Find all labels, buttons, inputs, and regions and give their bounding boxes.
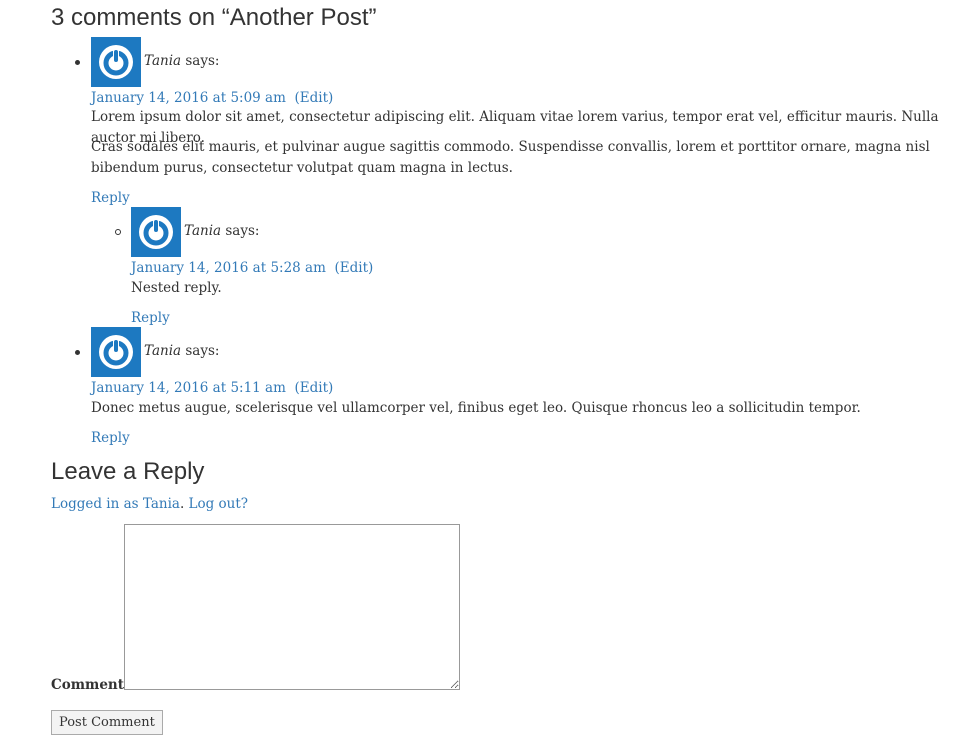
comment-author: Tania says: bbox=[144, 53, 219, 69]
reply-link[interactable]: Reply bbox=[131, 310, 170, 326]
author-name: Tania bbox=[144, 343, 182, 359]
comment-date-link[interactable]: January 14, 2016 at 5:28 am bbox=[131, 260, 326, 276]
says-label: says: bbox=[181, 53, 220, 69]
avatar bbox=[131, 207, 181, 257]
edit-link[interactable]: (Edit) bbox=[335, 260, 374, 276]
comment-date-link[interactable]: January 14, 2016 at 5:09 am bbox=[91, 90, 286, 106]
reply-title: Leave a Reply bbox=[51, 458, 205, 485]
author-name: Tania bbox=[184, 223, 222, 239]
comments-title: 3 comments on “Another Post” bbox=[51, 4, 377, 31]
avatar bbox=[91, 37, 141, 87]
comment-author: Tania says: bbox=[144, 343, 219, 359]
author-name: Tania bbox=[144, 53, 182, 69]
power-icon bbox=[139, 215, 173, 249]
list-bullet bbox=[75, 60, 80, 65]
period: . bbox=[179, 496, 189, 512]
avatar bbox=[91, 327, 141, 377]
edit-link[interactable]: (Edit) bbox=[295, 380, 334, 396]
comment-meta: January 14, 2016 at 5:11 am (Edit) bbox=[91, 380, 333, 396]
comment-paragraph: Donec metus augue, scelerisque vel ullam… bbox=[91, 400, 861, 416]
edit-link[interactable]: (Edit) bbox=[295, 90, 334, 106]
reply-link[interactable]: Reply bbox=[91, 430, 130, 446]
comment-paragraph: Cras sodales elit mauris, et pulvinar au… bbox=[91, 139, 930, 176]
logged-in-link[interactable]: Logged in as Tania bbox=[51, 496, 180, 512]
logout-link[interactable]: Log out? bbox=[189, 496, 249, 512]
comment-paragraph: Nested reply. bbox=[131, 280, 222, 296]
power-icon bbox=[99, 45, 133, 79]
comment-meta: January 14, 2016 at 5:28 am (Edit) bbox=[131, 260, 373, 276]
comment-date-link[interactable]: January 14, 2016 at 5:11 am bbox=[91, 380, 286, 396]
says-label: says: bbox=[181, 343, 220, 359]
comment-textarea[interactable] bbox=[124, 524, 460, 690]
power-icon bbox=[99, 335, 133, 369]
post-comment-button[interactable]: Post Comment bbox=[51, 710, 163, 735]
logged-in-as: Logged in as Tania. Log out? bbox=[51, 496, 248, 512]
comment-author: Tania says: bbox=[184, 223, 259, 239]
says-label: says: bbox=[221, 223, 260, 239]
comment-meta: January 14, 2016 at 5:09 am (Edit) bbox=[91, 90, 333, 106]
list-bullet bbox=[75, 350, 80, 355]
reply-link[interactable]: Reply bbox=[91, 190, 130, 206]
comment-label: Comment bbox=[51, 677, 124, 693]
list-bullet bbox=[115, 229, 121, 235]
